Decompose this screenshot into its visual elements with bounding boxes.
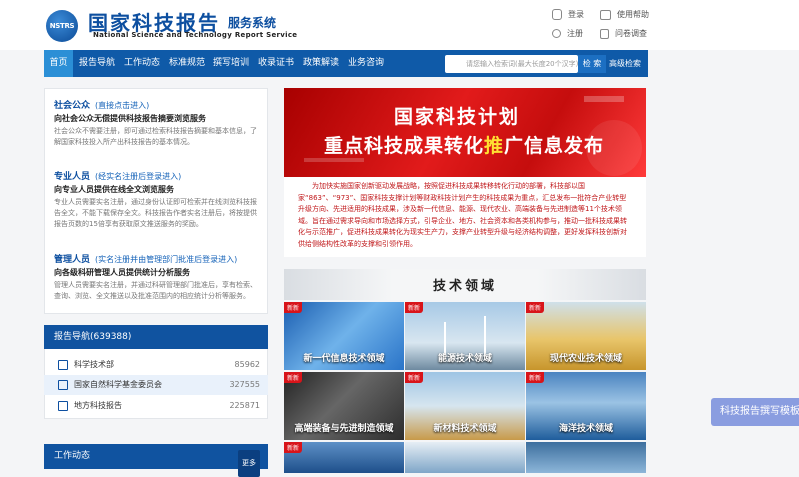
- tech-tile-caption: 新一代信息技术领域: [303, 354, 385, 364]
- new-tag: 新新: [405, 372, 424, 383]
- professional-title-text: 专业人员: [54, 172, 91, 182]
- tech-tile-caption: 海洋技术领域: [558, 424, 613, 434]
- tech-tile-manufacturing[interactable]: 新新 高端装备与先进制造领域: [284, 372, 404, 440]
- report-nav-title[interactable]: 报告导航(639388): [44, 325, 268, 349]
- public-group-title[interactable]: 社会公众 (直接点击进入): [54, 98, 149, 111]
- new-tag: 新新: [526, 302, 545, 313]
- site-header: NSTRS 国家科技报告 服务系统 National Science and T…: [0, 0, 799, 50]
- work-news-title: 工作动态 更多: [44, 444, 268, 477]
- help-link[interactable]: 使用帮助: [600, 9, 649, 20]
- login-icon: [552, 9, 562, 20]
- nav-writing-training[interactable]: 撰写培训: [211, 50, 251, 77]
- search-button[interactable]: 检 索: [578, 55, 606, 73]
- manager-title-text: 管理人员: [54, 255, 91, 265]
- report-nav-label: 地方科技报告: [74, 401, 122, 410]
- register-label: 注册: [567, 29, 583, 38]
- tech-tile-energy[interactable]: 新新 能源技术领域: [405, 302, 525, 370]
- book-icon: [58, 360, 68, 370]
- professional-heading: 向专业人员提供在线全文浏览服务: [54, 185, 174, 194]
- report-template-button[interactable]: 科技报告撰写模板: [711, 398, 799, 426]
- public-description: 社会公众不需要注册，即可通过检索科技报告摘要和基本信息，了解国家科技投入所产出科…: [54, 127, 257, 146]
- banner-subheadline: 重点科技成果转化推广信息发布: [324, 131, 604, 158]
- professional-group-title[interactable]: 专业人员 (经实名注册后登录进入): [54, 169, 181, 182]
- nav-work-news[interactable]: 工作动态: [122, 50, 162, 77]
- tech-fields-header: 技术领域: [284, 269, 646, 300]
- nav-report-navigation[interactable]: 报告导航: [77, 50, 117, 77]
- help-icon: [600, 9, 611, 20]
- manager-heading: 向各级科研管理人员提供统计分析服务: [54, 268, 190, 277]
- manager-hint: (实名注册并由管理部门批准后登录进入): [95, 255, 238, 264]
- survey-link[interactable]: 问卷调查: [600, 28, 647, 39]
- professional-description: 专业人员需要实名注册，通过身份认证即可检索并在线浏览科技报告全文，不能下载保存全…: [54, 198, 257, 228]
- work-news-title-text: 工作动态: [54, 451, 91, 461]
- public-title-text: 社会公众: [54, 101, 91, 111]
- report-nav-item[interactable]: 地方科技报告 225871: [44, 396, 268, 416]
- book-icon: [58, 401, 68, 411]
- nav-consulting[interactable]: 业务咨询: [346, 50, 386, 77]
- new-tag: 新新: [284, 442, 303, 453]
- site-english-title: National Science and Technology Report S…: [93, 31, 298, 39]
- help-label: 使用帮助: [617, 10, 649, 19]
- tech-tile-caption: 新材料技术领域: [433, 424, 497, 434]
- nav-certificates[interactable]: 收录证书: [256, 50, 296, 77]
- report-nav-count: 327555: [229, 380, 260, 389]
- login-label: 登录: [568, 10, 584, 19]
- nav-home[interactable]: 首页: [44, 50, 73, 77]
- tech-tile-agriculture[interactable]: 新新 现代农业技术领域: [526, 302, 646, 370]
- advanced-search-link[interactable]: 高级检索: [609, 50, 641, 77]
- public-hint: (直接点击进入): [95, 101, 150, 110]
- new-tag: 新新: [526, 372, 545, 383]
- promo-banner[interactable]: 国家科技计划 重点科技成果转化推广信息发布: [284, 88, 646, 177]
- banner-subheadline-pre: 重点科技成果转化: [324, 135, 485, 157]
- report-nav-item[interactable]: 科学技术部 85962: [44, 355, 268, 375]
- report-nav-label: 科学技术部: [74, 360, 114, 369]
- tech-tile-extra[interactable]: 新新: [284, 442, 404, 473]
- tech-tile-it[interactable]: 新新 新一代信息技术领域: [284, 302, 404, 370]
- tech-tile-extra[interactable]: [405, 442, 525, 473]
- tech-tile-caption: 现代农业技术领域: [549, 354, 622, 364]
- tech-tile-caption: 能源技术领域: [437, 354, 492, 364]
- tech-tile-caption: 高端装备与先进制造领域: [294, 424, 394, 434]
- banner-highlight-char: 推: [484, 135, 505, 157]
- tech-tile-ocean[interactable]: 新新 海洋技术领域: [526, 372, 646, 440]
- survey-icon: [600, 28, 609, 39]
- register-link[interactable]: 注册: [552, 28, 583, 39]
- manager-group-title[interactable]: 管理人员 (实名注册并由管理部门批准后登录进入): [54, 252, 237, 265]
- nav-standards[interactable]: 标准规范: [167, 50, 207, 77]
- tech-tile-materials[interactable]: 新新 新材料技术领域: [405, 372, 525, 440]
- search-input[interactable]: 请您输入检索词(最大长度20个汉字): [445, 55, 578, 73]
- professional-hint: (经实名注册后登录进入): [95, 172, 182, 181]
- manager-description: 管理人员需要实名注册，并通过科研管理部门批准后，享有检索、查询、浏览、全文推送以…: [54, 281, 257, 300]
- user-icon: [552, 29, 561, 38]
- tech-fields-title: 技术领域: [432, 279, 497, 294]
- public-heading: 向社会公众无偿提供科技报告摘要浏览服务: [54, 114, 206, 123]
- site-title-suffix: 服务系统: [228, 16, 277, 30]
- nav-policy[interactable]: 政策解读: [301, 50, 341, 77]
- report-nav-count: 225871: [229, 401, 260, 410]
- survey-label: 问卷调查: [615, 29, 647, 38]
- report-nav-item[interactable]: 国家自然科学基金委员会 327555: [44, 375, 268, 395]
- tech-tile-extra[interactable]: [526, 442, 646, 473]
- banner-headline: 国家科技计划: [394, 106, 521, 128]
- banner-subheadline-post: 广信息发布: [504, 135, 605, 157]
- announcement-text: 为加快实施国家创新驱动发展战略，按照促进科技成果转移转化行动的部署，科技部以国家…: [284, 177, 646, 257]
- new-tag: 新新: [284, 372, 303, 383]
- nstrs-logo[interactable]: NSTRS: [46, 10, 78, 42]
- book-icon: [58, 380, 68, 390]
- new-tag: 新新: [284, 302, 303, 313]
- report-nav-count: 85962: [234, 360, 260, 369]
- report-nav-label: 国家自然科学基金委员会: [74, 380, 162, 389]
- login-link[interactable]: 登录: [552, 9, 584, 20]
